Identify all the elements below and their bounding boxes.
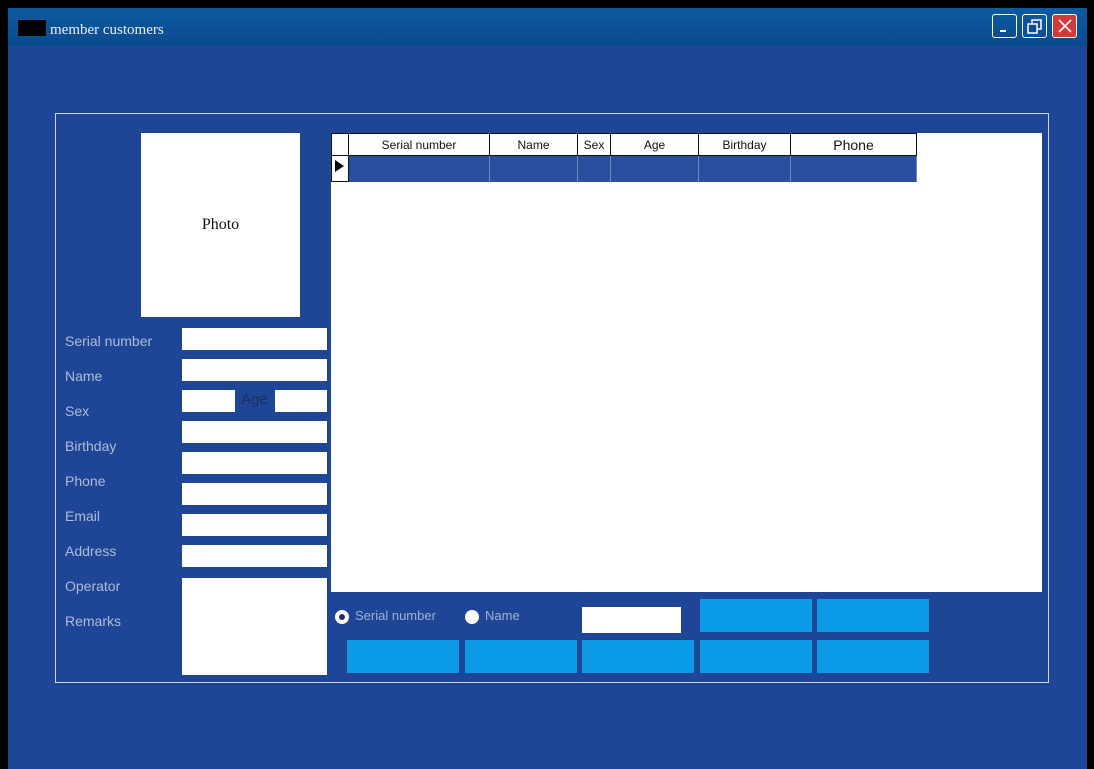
name-field[interactable]: [182, 359, 327, 381]
email-label: Email: [65, 508, 101, 524]
table-cell[interactable]: [577, 155, 611, 182]
search-by-serial-label: Serial number: [355, 608, 436, 623]
table-cell[interactable]: [489, 155, 578, 182]
photo-label: Photo: [201, 216, 240, 233]
radio-checked-icon: [335, 609, 349, 624]
member-customers-window: member customers Photo Serial number Nam…: [8, 8, 1087, 769]
row-selector-header: [331, 133, 349, 156]
action-button[interactable]: [465, 640, 577, 673]
close-icon: [1058, 19, 1072, 33]
arrow-right-icon: [335, 160, 344, 172]
radio-unchecked-icon: [465, 609, 479, 624]
phone-label: Phone: [65, 473, 106, 489]
sex-field[interactable]: [182, 390, 235, 412]
search-by-name-label: Name: [485, 608, 520, 623]
action-button[interactable]: [700, 640, 812, 673]
birthday-field[interactable]: [182, 421, 327, 443]
window-title: member customers: [50, 22, 164, 38]
column-header-sex[interactable]: Sex: [577, 133, 611, 156]
minimize-icon: [1000, 30, 1006, 32]
age-field[interactable]: [275, 390, 327, 412]
action-button[interactable]: [347, 640, 459, 673]
action-button[interactable]: [582, 640, 694, 673]
app-icon: [18, 20, 46, 36]
age-label: Age: [241, 391, 268, 408]
restore-icon: [1027, 19, 1042, 34]
search-by-name-radio[interactable]: Name: [465, 608, 520, 624]
column-header-birthday[interactable]: Birthday: [698, 133, 791, 156]
row-selector-arrow-icon[interactable]: [331, 155, 349, 182]
address-field[interactable]: [182, 514, 327, 536]
column-header-name[interactable]: Name: [489, 133, 578, 156]
birthday-label: Birthday: [65, 438, 117, 454]
photo-box[interactable]: Photo: [141, 133, 300, 317]
customer-grid[interactable]: Serial number Name Sex Age Birthday Phon…: [331, 133, 1042, 592]
serial-number-field[interactable]: [182, 328, 327, 350]
title-bar[interactable]: member customers: [8, 8, 1087, 46]
minimize-button[interactable]: [992, 14, 1017, 38]
sex-label: Sex: [65, 403, 90, 419]
email-field[interactable]: [182, 483, 327, 505]
phone-field[interactable]: [182, 452, 327, 474]
operator-label: Operator: [65, 578, 121, 594]
restore-button[interactable]: [1022, 14, 1047, 38]
column-header-serial-number[interactable]: Serial number: [348, 133, 490, 156]
table-row[interactable]: [331, 155, 917, 182]
table-header-row: Serial number Name Sex Age Birthday Phon…: [331, 133, 917, 156]
table-cell[interactable]: [348, 155, 490, 182]
customer-table: Serial number Name Sex Age Birthday Phon…: [331, 133, 917, 182]
serial-number-label: Serial number: [65, 333, 153, 349]
search-by-serial-radio[interactable]: Serial number: [335, 608, 436, 624]
column-header-age[interactable]: Age: [610, 133, 699, 156]
table-cell[interactable]: [610, 155, 699, 182]
name-label: Name: [65, 368, 103, 384]
operator-field[interactable]: [182, 545, 327, 567]
column-header-phone[interactable]: Phone: [790, 133, 917, 156]
table-cell[interactable]: [790, 155, 917, 182]
address-label: Address: [65, 543, 117, 559]
action-button[interactable]: [817, 640, 929, 673]
table-cell[interactable]: [698, 155, 791, 182]
close-button[interactable]: [1052, 14, 1077, 38]
remarks-label: Remarks: [65, 613, 122, 629]
search-input[interactable]: [582, 607, 681, 633]
action-button[interactable]: [700, 599, 812, 632]
action-button[interactable]: [817, 599, 929, 632]
remarks-field[interactable]: [182, 578, 327, 675]
